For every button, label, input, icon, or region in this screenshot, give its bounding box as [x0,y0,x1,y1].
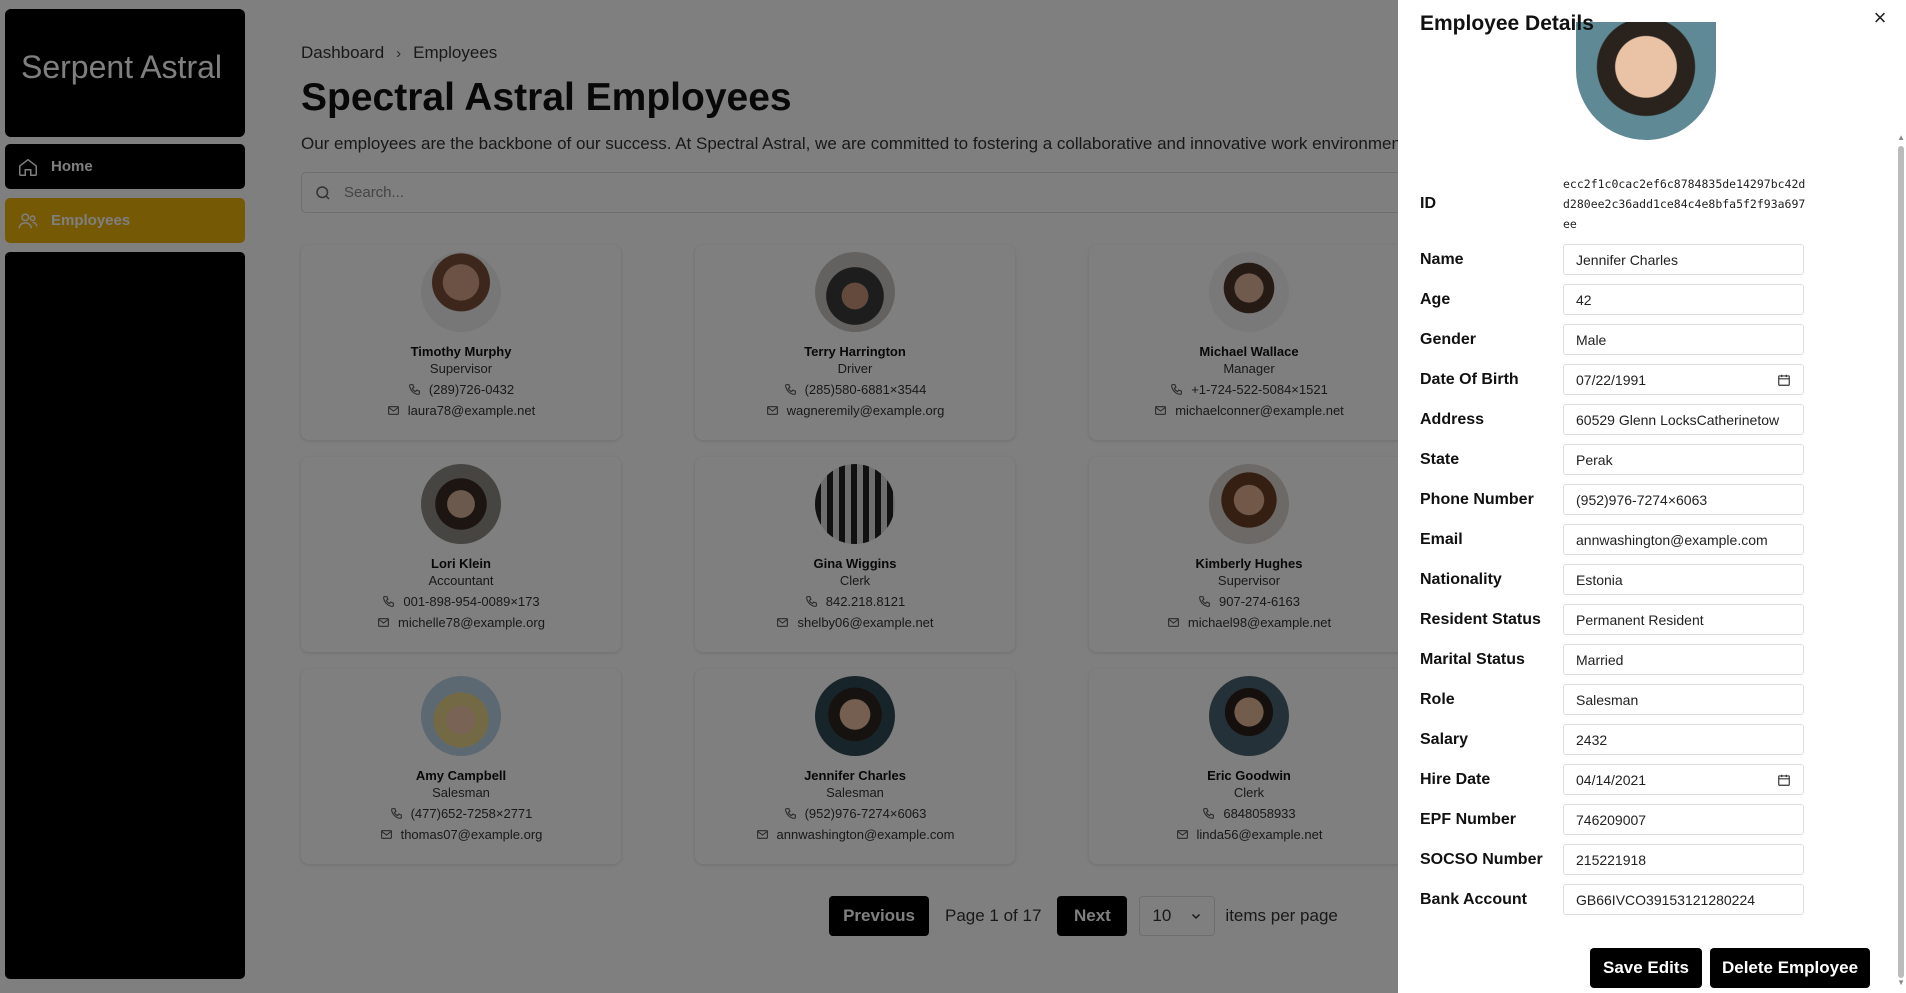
avatar [1576,22,1716,140]
field-label: Role [1420,690,1455,708]
bank-account-input[interactable]: GB66IVCO39153121280224 [1563,884,1804,915]
field-date-of-birth: Date Of Birth 07/22/1991 [1420,364,1840,395]
age-input[interactable]: 42 [1563,284,1804,315]
calendar-icon[interactable] [1777,773,1791,787]
field-label: Hire Date [1420,770,1491,788]
hire-date-input[interactable]: 04/14/2021 [1563,764,1804,795]
employee-details-drawer: Employee Details × ID ecc2f1c0cac2ef6c87… [1398,0,1906,993]
marital-status-input[interactable]: Married [1563,644,1804,675]
drawer-title: Employee Details [1420,12,1594,35]
nationality-input[interactable]: Estonia [1563,564,1804,595]
field-label: EPF Number [1420,810,1517,828]
field-label: Nationality [1420,570,1502,588]
field-nationality: Nationality Estonia [1420,564,1840,595]
field-label: Phone Number [1420,490,1534,508]
field-bank-account: Bank Account GB66IVCO39153121280224 [1420,884,1840,915]
field-email: Email annwashington@example.com [1420,524,1840,555]
resident-status-input[interactable]: Permanent Resident [1563,604,1804,635]
field-epf-number: EPF Number 746209007 [1420,804,1840,835]
field-age: Age 42 [1420,284,1840,315]
scrollbar[interactable] [1898,146,1904,978]
field-label: Marital Status [1420,650,1525,668]
field-label: SOCSO Number [1420,850,1543,868]
field-label: Email [1420,530,1463,548]
id-label: ID [1420,195,1436,212]
field-label: Address [1420,410,1485,428]
salary-input[interactable]: 2432 [1563,724,1804,755]
gender-input[interactable]: Male [1563,324,1804,355]
socso-number-input[interactable]: 215221918 [1563,844,1804,875]
name-input[interactable]: Jennifer Charles [1563,244,1804,275]
field-label: Age [1420,290,1451,308]
field-address: Address 60529 Glenn LocksCatherinetow [1420,404,1840,435]
field-label: Name [1420,250,1464,268]
state-input[interactable]: Perak [1563,444,1804,475]
field-label: Salary [1420,730,1469,748]
epf-number-input[interactable]: 746209007 [1563,804,1804,835]
role-input[interactable]: Salesman [1563,684,1804,715]
field-label: Gender [1420,330,1477,348]
field-state: State Perak [1420,444,1840,475]
field-phone-number: Phone Number (952)976-7274×6063 [1420,484,1840,515]
field-label: Bank Account [1420,890,1527,908]
address-input[interactable]: 60529 Glenn LocksCatherinetow [1563,404,1804,435]
id-row: ID ecc2f1c0cac2ef6c8784835de14297bc42dd2… [1420,174,1808,234]
phone-number-input[interactable]: (952)976-7274×6063 [1563,484,1804,515]
field-name: Name Jennifer Charles [1420,244,1840,275]
close-icon[interactable]: × [1868,6,1892,30]
delete-employee-button[interactable]: Delete Employee [1710,948,1870,988]
field-socso-number: SOCSO Number 215221918 [1420,844,1840,875]
field-resident-status: Resident Status Permanent Resident [1420,604,1840,635]
save-edits-button[interactable]: Save Edits [1590,948,1702,988]
calendar-icon[interactable] [1777,373,1791,387]
field-salary: Salary 2432 [1420,724,1840,755]
id-value: ecc2f1c0cac2ef6c8784835de14297bc42dd280e… [1563,177,1806,231]
field-label: Date Of Birth [1420,370,1519,388]
field-gender: Gender Male [1420,324,1840,355]
field-label: State [1420,450,1460,468]
scroll-up-arrow[interactable]: ▲ [1897,133,1905,142]
email-input[interactable]: annwashington@example.com [1563,524,1804,555]
field-marital-status: Marital Status Married [1420,644,1840,675]
field-label: Resident Status [1420,610,1541,628]
scroll-down-arrow[interactable]: ▼ [1897,978,1905,987]
field-role: Role Salesman [1420,684,1840,715]
field-hire-date: Hire Date 04/14/2021 [1420,764,1840,795]
date-of-birth-input[interactable]: 07/22/1991 [1563,364,1804,395]
